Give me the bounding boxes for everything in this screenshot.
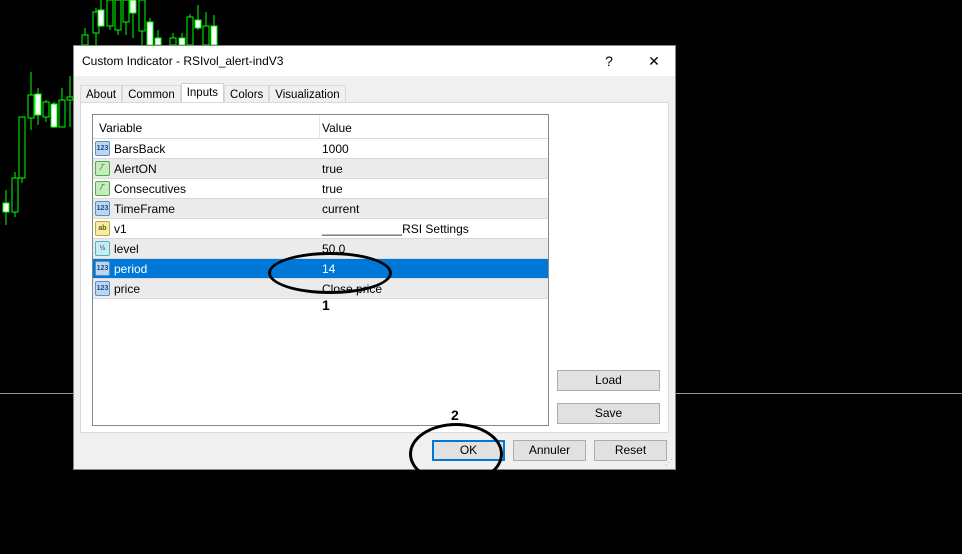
- candle-body: [210, 25, 218, 46]
- close-button[interactable]: ✕: [639, 50, 669, 72]
- candle-body: [42, 101, 50, 118]
- variable-value[interactable]: 1000: [322, 142, 349, 156]
- candle-body: [97, 9, 105, 27]
- variable-value[interactable]: current: [322, 202, 359, 216]
- int-type-icon: 123: [95, 141, 110, 156]
- annotation-ellipse-2: [409, 423, 503, 485]
- variable-name: v1: [114, 222, 127, 236]
- candle-body: [50, 103, 58, 128]
- bool-type-icon: ⁄‾: [95, 181, 110, 196]
- input-row-v1[interactable]: ab v1 ____________RSI Settings: [93, 219, 548, 239]
- str-type-icon: ab: [95, 221, 110, 236]
- variable-name: price: [114, 282, 141, 296]
- candle-body: [106, 0, 114, 27]
- candle-body: [27, 94, 35, 119]
- candle-body: [81, 34, 89, 46]
- grid-header: Variable Value: [93, 115, 548, 139]
- tab-bar: About Common Inputs Colors Visualization: [80, 83, 346, 105]
- input-row-barsback[interactable]: 123 BarsBack 1000: [93, 139, 548, 159]
- candle-body: [18, 116, 26, 179]
- candle-body: [178, 37, 186, 46]
- candle-body: [138, 0, 146, 32]
- input-row-consecutives[interactable]: ⁄‾ Consecutives true: [93, 179, 548, 199]
- header-value[interactable]: Value: [322, 121, 352, 135]
- candle-body: [114, 0, 122, 31]
- variable-value[interactable]: true: [322, 162, 343, 176]
- help-button[interactable]: ?: [594, 50, 624, 72]
- candle-body: [2, 202, 10, 213]
- variable-name: BarsBack: [114, 142, 166, 156]
- variable-name: AlertON: [114, 162, 157, 176]
- header-variable[interactable]: Variable: [99, 121, 142, 135]
- candle-body: [186, 16, 194, 46]
- cancel-button[interactable]: Annuler: [513, 440, 586, 461]
- dbl-type-icon: ½: [95, 241, 110, 256]
- variable-value[interactable]: true: [322, 182, 343, 196]
- candle-body: [34, 93, 42, 116]
- dialog-title: Custom Indicator - RSIvol_alert-indV3: [82, 54, 284, 68]
- candle-body: [122, 0, 130, 23]
- annotation-ellipse-1: [268, 252, 392, 294]
- variable-name: period: [114, 262, 148, 276]
- reset-button[interactable]: Reset: [594, 440, 667, 461]
- candle-body: [129, 0, 137, 14]
- variable-name: Consecutives: [114, 182, 187, 196]
- resize-grip-icon[interactable]: ⋰: [665, 458, 673, 467]
- variable-name: TimeFrame: [114, 202, 175, 216]
- bool-type-icon: ⁄‾: [95, 161, 110, 176]
- candle-body: [58, 99, 66, 128]
- candle-body: [194, 19, 202, 29]
- title-bar[interactable]: Custom Indicator - RSIvol_alert-indV3 ? …: [74, 46, 675, 76]
- annotation-label-2: 2: [451, 407, 459, 423]
- candle-body: [11, 177, 19, 213]
- save-button[interactable]: Save: [557, 403, 660, 424]
- column-separator[interactable]: [319, 115, 320, 139]
- variable-value[interactable]: ____________RSI Settings: [322, 222, 469, 236]
- input-row-alerton[interactable]: ⁄‾ AlertON true: [93, 159, 548, 179]
- int-type-icon: 123: [95, 261, 110, 276]
- candle-body: [154, 37, 162, 46]
- annotation-label-1: 1: [322, 297, 330, 313]
- candle-body: [202, 25, 210, 46]
- int-type-icon: 123: [95, 201, 110, 216]
- input-row-timeframe[interactable]: 123 TimeFrame current: [93, 199, 548, 219]
- load-button[interactable]: Load: [557, 370, 660, 391]
- variable-name: level: [114, 242, 139, 256]
- candle-body: [169, 37, 177, 46]
- candle-body: [146, 21, 154, 46]
- int-type-icon: 123: [95, 281, 110, 296]
